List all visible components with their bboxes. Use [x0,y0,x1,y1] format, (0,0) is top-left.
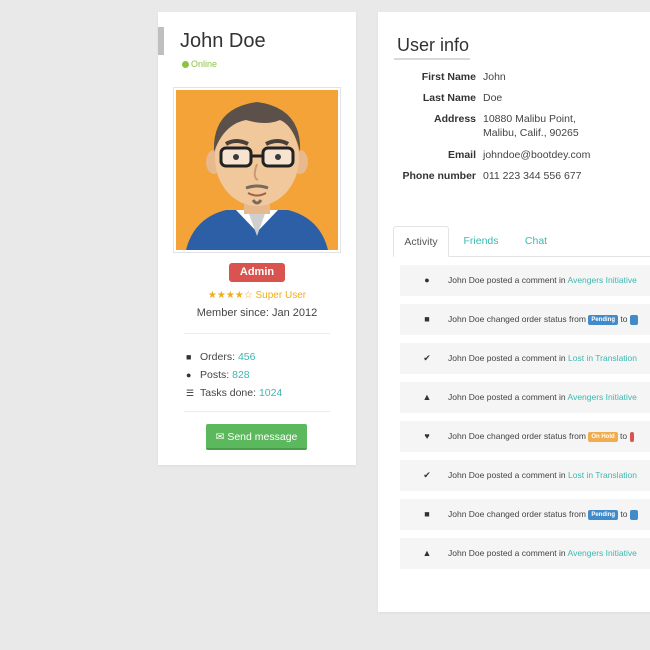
activity-link[interactable]: Avengers Initiative [568,548,637,558]
activity-link[interactable]: Lost in Translation [568,353,637,363]
activity-desc: to [617,431,630,441]
tab-friends[interactable]: Friends [453,226,509,257]
title-underline [394,58,470,60]
user-info-panel: User info First Name John Last Name Doe … [378,12,650,612]
online-status-label: Online [191,59,218,69]
info-label: First Name [421,71,476,83]
stat-label: Posts: [200,369,230,381]
star-rating-icon: ★★★★☆ [207,290,253,301]
divider [184,333,330,334]
list-item: ● John Doe posted a comment in Avengers … [400,265,650,296]
info-label: Email [447,149,476,161]
info-value-line2: Malibu, Calif., 90265 [483,127,579,139]
activity-desc: John Doe changed order status from [448,509,589,519]
avatar [173,87,341,253]
status-badge: Pending [588,315,619,325]
user-info-title: User info [397,35,470,55]
comment-icon: ● [186,370,192,380]
activity-text: John Doe posted a comment in Avengers In… [448,382,637,413]
admin-badge: Admin [229,263,285,282]
activity-desc: John Doe posted a comment in [448,275,568,285]
info-value: Doe [483,92,503,104]
info-value: 011 223 344 556 677 [483,170,582,182]
profile-card: John Doe Online Admin ★★★★☆ Super User M… [158,12,356,465]
list-item: ▲ John Doe posted a comment in Avengers … [400,538,650,569]
tasks-icon: ☰ [186,388,195,398]
activity-text: John Doe changed order status from On Ho… [448,421,634,452]
activity-desc: to [618,314,630,324]
info-value: johndoe@bootdey.com [483,149,591,161]
truck-icon: ■ [424,509,430,519]
stat-orders: ■ Orders: 456 [186,348,282,366]
list-item: ■ John Doe changed order status from Pen… [400,499,650,530]
name-accent-bar [158,27,164,55]
stat-posts: ● Posts: 828 [186,366,282,384]
activity-desc: John Doe posted a comment in [448,353,569,363]
activity-link[interactable]: Lost in Translation [568,470,637,480]
users-icon: ▲ [422,548,432,558]
user-rating: ★★★★☆ Super User [158,290,356,301]
divider [184,411,330,412]
stat-value[interactable]: 1024 [259,387,282,399]
member-since: Member since: Jan 2012 [196,307,318,319]
online-dot-icon [182,61,189,68]
stat-label: Orders: [200,351,236,363]
status-badge-cut [629,432,634,442]
online-status: Online [182,59,217,69]
check-icon: ✔ [423,470,431,480]
stat-label: Tasks done: [200,387,257,399]
activity-text: John Doe posted a comment in Lost in Tra… [448,343,637,374]
user-stats: ■ Orders: 456 ● Posts: 828 ☰ Tasks done: 10… [186,348,282,402]
activity-text: John Doe posted a comment in Avengers In… [448,265,637,296]
activity-text: John Doe posted a comment in Avengers In… [448,538,637,569]
info-value: 10880 Malibu Point, [483,113,576,125]
activity-desc: to [618,509,630,519]
activity-desc: John Doe posted a comment in [448,392,568,402]
tab-activity[interactable]: Activity [393,226,449,257]
status-badge: On Hold [588,432,618,442]
list-item: ♥ John Doe changed order status from On … [400,421,650,452]
list-item: ▲ John Doe posted a comment in Avengers … [400,382,650,413]
activity-link[interactable]: Avengers Initiative [568,392,637,402]
envelope-icon: ✉ [215,431,225,443]
activity-link[interactable]: Avengers Initiative [568,275,637,285]
activity-desc: John Doe changed order status from [448,314,589,324]
activity-text: John Doe changed order status from Pendi… [448,304,638,335]
heart-icon: ♥ [424,431,430,441]
user-rank: Super User [255,290,307,301]
activity-desc: John Doe posted a comment in [448,470,569,480]
check-icon: ✔ [423,353,431,363]
activity-desc: John Doe changed order status from [448,431,589,441]
profile-name: John Doe [180,30,266,52]
list-item: ✔ John Doe posted a comment in Lost in T… [400,460,650,491]
comment-icon: ● [424,275,430,285]
info-value: John [483,71,506,83]
send-message-label: Send message [227,431,298,443]
status-badge: Pending [588,510,619,520]
status-badge-cut [629,315,638,325]
users-icon: ▲ [422,392,432,402]
truck-icon: ■ [186,352,192,362]
truck-icon: ■ [424,314,430,324]
activity-text: John Doe posted a comment in Lost in Tra… [448,460,637,491]
send-message-button[interactable]: ✉ Send message [206,424,307,450]
info-label: Address [433,113,476,125]
activity-desc: John Doe posted a comment in [448,548,568,558]
activity-text: John Doe changed order status from Pendi… [448,499,638,530]
stat-value[interactable]: 828 [232,369,250,381]
stat-tasks: ☰ Tasks done: 1024 [186,384,282,402]
info-label: Phone number [402,170,476,182]
profile-tabs: Activity Friends Chat [393,226,650,257]
stat-value[interactable]: 456 [238,351,256,363]
tab-chat[interactable]: Chat [515,226,557,257]
info-label: Last Name [422,92,476,104]
status-badge-cut [629,510,638,520]
avatar-image [176,90,338,250]
list-item: ■ John Doe changed order status from Pen… [400,304,650,335]
list-item: ✔ John Doe posted a comment in Lost in T… [400,343,650,374]
